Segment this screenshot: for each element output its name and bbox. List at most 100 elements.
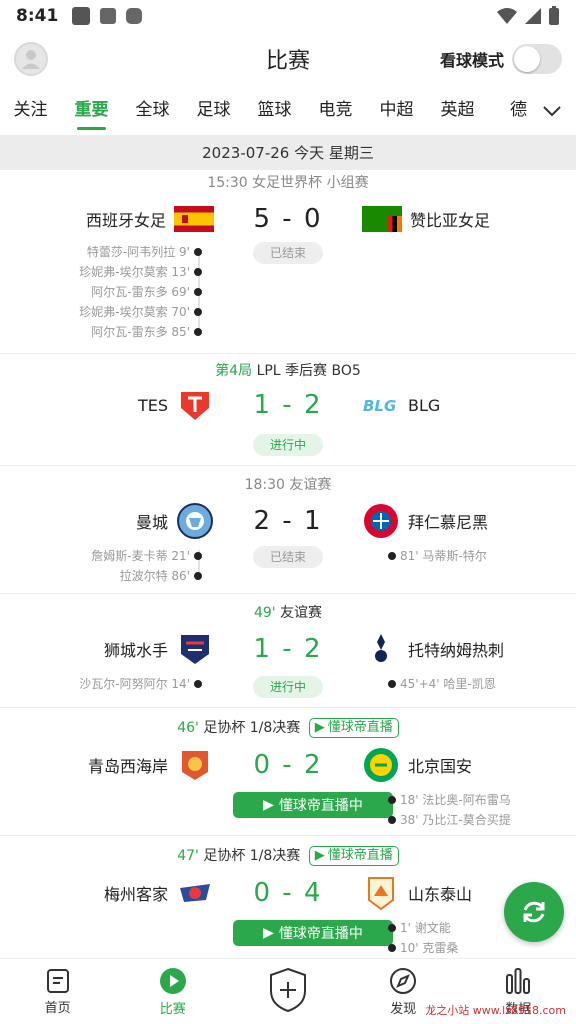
goal-event: 1' 谢文能 xyxy=(388,918,451,938)
notification-icon xyxy=(72,7,91,25)
qingdao-west-coast-logo-icon xyxy=(182,751,208,780)
away-team: 山东泰山 xyxy=(408,885,473,904)
match-score: 5 - 0 xyxy=(253,204,323,234)
match-header: 15:30 女足世界杯 小组赛 xyxy=(0,170,576,196)
bayern-logo-icon xyxy=(364,504,398,538)
match-time: 18:30 xyxy=(244,477,285,493)
home-team: 狮城水手 xyxy=(103,641,168,660)
match-card[interactable]: 15:30 女足世界杯 小组赛 西班牙女足 5 - 0 赞比亚女足 已结束 特蕾… xyxy=(0,170,576,354)
goal-event: 10' 克雷桑 xyxy=(388,938,458,958)
goal-event: 拉波尔特 86' xyxy=(120,566,202,586)
avatar[interactable] xyxy=(14,42,48,76)
home-team: 梅州客家 xyxy=(103,885,168,904)
tab-football[interactable]: 足球 xyxy=(183,86,244,135)
nav-matches[interactable]: 比赛 xyxy=(115,959,230,1024)
blg-logo-icon: BLG xyxy=(363,397,396,415)
chevron-down-icon xyxy=(543,106,561,117)
away-team: 拜仁慕尼黑 xyxy=(408,513,489,532)
ball-icon xyxy=(388,924,396,932)
tab-basketball[interactable]: 篮球 xyxy=(244,86,305,135)
match-card[interactable]: 第4局 LPL 季后赛 BO5 TES 1 - 2 BLG BLG 进行中 xyxy=(0,354,576,466)
app-header: 比赛 看球模式 xyxy=(0,32,576,86)
match-competition: 足协杯 1/8决赛 xyxy=(203,720,301,736)
match-minute: 49' xyxy=(253,605,276,621)
tab-epl[interactable]: 英超 xyxy=(427,86,488,135)
away-team: 赞比亚女足 xyxy=(410,211,491,230)
zambia-flag-icon xyxy=(362,206,402,232)
spain-flag-icon xyxy=(174,206,214,232)
signal-icon xyxy=(525,8,541,24)
home-team: TES xyxy=(137,395,168,415)
bar-chart-icon xyxy=(506,967,531,994)
play-icon: ▶ xyxy=(314,848,325,863)
match-status-badge: 已结束 xyxy=(253,242,323,264)
lion-city-sailors-logo-icon xyxy=(181,635,209,664)
beijing-guoan-logo-icon xyxy=(364,748,398,782)
match-card[interactable]: 47' 足协杯 1/8决赛 ▶ 懂球帝直播 梅州客家 0 - 4 山东泰山 ▶ 懂… xyxy=(0,836,576,976)
play-icon: ▶ xyxy=(314,720,325,735)
match-card[interactable]: 18:30 友谊赛 曼城 2 - 1 拜仁慕尼黑 已结束 詹姆斯-麦卡蒂 21'… xyxy=(0,466,576,594)
match-minute: 46' xyxy=(177,720,199,736)
tab-esports[interactable]: 电竞 xyxy=(305,86,366,135)
home-icon xyxy=(46,968,69,993)
match-card[interactable]: 49' 友谊赛 狮城水手 1 - 2 托特纳姆热刺 进行中 沙瓦尔-阿努阿尔 1… xyxy=(0,594,576,708)
match-competition: LPL 季后赛 BO5 xyxy=(256,363,361,379)
goal-event: 沙瓦尔-阿努阿尔 14' xyxy=(79,674,202,694)
home-team: 青岛西海岸 xyxy=(87,757,168,776)
match-header: 47' 足协杯 1/8决赛 ▶ 懂球帝直播 xyxy=(0,836,576,870)
ball-icon xyxy=(194,248,202,256)
meizhou-hakka-logo-icon xyxy=(180,884,210,902)
watermark: 龙之小站 www.lz8918.com xyxy=(425,1004,566,1017)
tab-follow[interactable]: 关注 xyxy=(0,86,61,135)
goal-event: 45'+4' 哈里-凯恩 xyxy=(388,674,496,694)
refresh-button[interactable] xyxy=(504,882,564,942)
ball-icon xyxy=(388,552,396,560)
live-stream-button[interactable]: ▶ 懂球帝直播中 xyxy=(233,792,393,818)
compass-icon xyxy=(390,967,417,994)
tab-global[interactable]: 全球 xyxy=(122,86,183,135)
ball-icon xyxy=(194,328,202,336)
tab-csl[interactable]: 中超 xyxy=(366,86,427,135)
match-header: 第4局 LPL 季后赛 BO5 xyxy=(0,354,576,382)
goal-event: 81' 马蒂斯-特尔 xyxy=(388,546,487,566)
goal-event: 特蕾莎-阿韦列拉 9' xyxy=(87,242,202,262)
match-header: 49' 友谊赛 xyxy=(0,594,576,626)
watch-mode: 看球模式 xyxy=(440,44,562,74)
ball-icon xyxy=(194,572,202,580)
more-tabs-button[interactable] xyxy=(528,86,576,135)
user-icon xyxy=(22,50,40,69)
ball-icon xyxy=(194,308,202,316)
battery-icon xyxy=(549,6,559,25)
ball-icon xyxy=(388,816,396,824)
match-score: 2 - 1 xyxy=(253,506,323,536)
goal-event: 18' 法比奥-阿布雷乌 xyxy=(388,790,511,810)
shandong-taishan-logo-icon xyxy=(368,877,394,911)
nav-add[interactable] xyxy=(230,959,345,1024)
away-team: 北京国安 xyxy=(408,757,473,776)
tes-logo-icon xyxy=(181,392,209,420)
wifi-icon xyxy=(497,8,517,24)
nav-label: 比赛 xyxy=(159,1001,186,1017)
match-competition: 足协杯 1/8决赛 xyxy=(203,848,301,864)
match-status-badge: 已结束 xyxy=(253,546,323,568)
goal-event: 詹姆斯-麦卡蒂 21' xyxy=(91,546,202,566)
match-competition: 友谊赛 xyxy=(280,605,323,621)
match-competition: 友谊赛 xyxy=(289,477,332,493)
live-tag: ▶ 懂球帝直播 xyxy=(308,846,399,866)
tottenham-logo-icon xyxy=(375,634,387,662)
match-header: 18:30 友谊赛 xyxy=(0,466,576,498)
match-card[interactable]: 46' 足协杯 1/8决赛 ▶ 懂球帝直播 青岛西海岸 0 - 2 北京国安 ▶ … xyxy=(0,708,576,836)
app-k-icon xyxy=(126,8,143,24)
live-tag: ▶ 懂球帝直播 xyxy=(308,718,399,738)
watch-mode-toggle[interactable] xyxy=(512,44,562,74)
nav-label: 首页 xyxy=(44,1000,71,1016)
tab-important[interactable]: 重要 xyxy=(61,86,122,135)
ball-icon xyxy=(194,288,202,296)
away-team: 托特纳姆热刺 xyxy=(408,641,505,660)
live-stream-button[interactable]: ▶ 懂球帝直播中 xyxy=(233,920,393,946)
match-competition: 女足世界杯 小组赛 xyxy=(252,175,369,191)
ball-icon xyxy=(194,680,202,688)
match-score: 0 - 4 xyxy=(253,878,323,908)
nav-home[interactable]: 首页 xyxy=(0,959,115,1024)
match-status-badge: 进行中 xyxy=(253,434,323,456)
